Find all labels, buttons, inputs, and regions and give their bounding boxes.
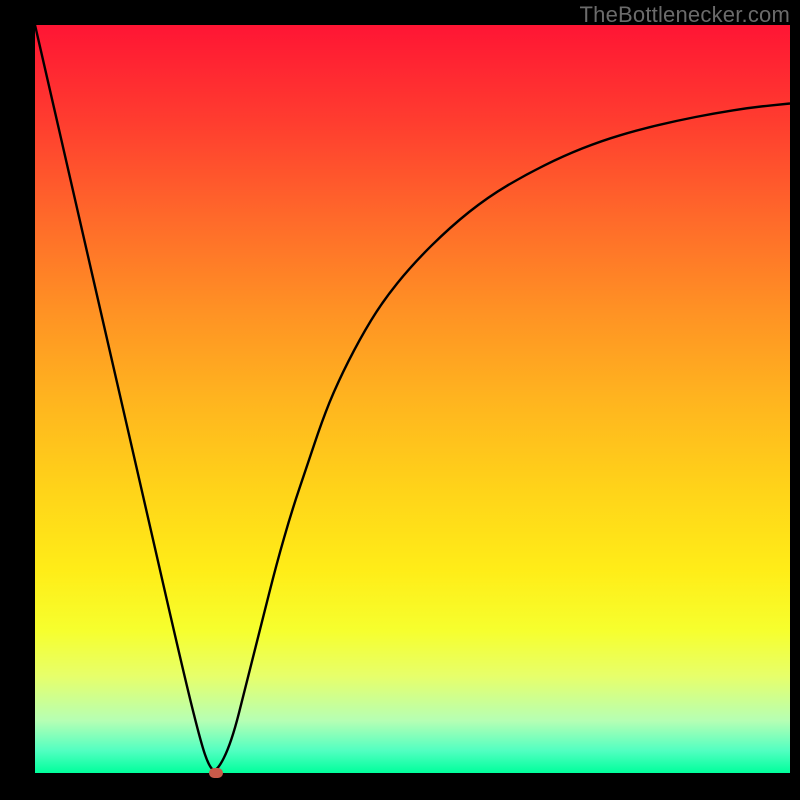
chart-frame: TheBottlenecker.com — [0, 0, 800, 800]
optimal-point-marker — [209, 768, 223, 778]
plot-area — [35, 25, 790, 773]
watermark-text: TheBottlenecker.com — [580, 2, 790, 28]
curve-path — [35, 25, 790, 770]
bottleneck-curve — [35, 25, 790, 773]
